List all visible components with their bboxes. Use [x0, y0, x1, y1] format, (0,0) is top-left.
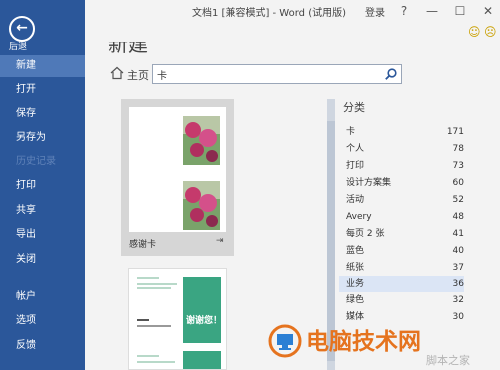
search-icon[interactable] — [384, 67, 398, 81]
help-icon[interactable]: ? — [393, 2, 415, 20]
sidebar-item-print[interactable]: 打印 — [0, 175, 85, 197]
minimize-icon[interactable]: — — [421, 2, 443, 20]
category-item[interactable]: 设计方案集 60 — [339, 175, 464, 191]
category-name: 个人 — [346, 144, 365, 154]
category-item-selected[interactable]: 业务 36 — [339, 276, 464, 292]
category-item[interactable]: 蓝色 40 — [339, 243, 464, 259]
category-count: 171 — [446, 127, 464, 137]
search-input[interactable] — [157, 67, 377, 81]
green-panel — [183, 351, 221, 369]
category-item[interactable]: 个人 78 — [339, 141, 464, 157]
category-title: 分类 — [343, 101, 365, 114]
category-item[interactable]: 绿色 32 — [339, 292, 464, 308]
pin-icon[interactable]: ⇥ — [216, 236, 224, 246]
restore-icon[interactable]: ☐ — [449, 2, 471, 20]
category-item[interactable]: Avery 48 — [339, 209, 464, 225]
category-count: 32 — [452, 295, 464, 305]
text-line — [137, 361, 175, 363]
text-line — [137, 325, 171, 327]
category-item[interactable]: 打印 73 — [339, 158, 464, 174]
category-item[interactable]: 活动 52 — [339, 192, 464, 208]
category-count: 41 — [452, 229, 464, 239]
home-link[interactable]: 主页 — [127, 67, 149, 83]
text-line — [137, 283, 177, 285]
category-count: 52 — [452, 195, 464, 205]
title-bar: 文档1 [兼容模式] - Word (试用版) 登录 ? — ☐ ✕ — [85, 0, 500, 22]
category-count: 37 — [452, 263, 464, 273]
smiley-happy-icon[interactable]: ☺ — [468, 25, 481, 39]
template-label: 感谢卡 — [129, 240, 157, 250]
category-name: Avery — [346, 212, 372, 222]
text-line — [137, 319, 149, 321]
text-line — [137, 355, 159, 357]
green-panel — [183, 277, 221, 343]
sidebar-item-share[interactable]: 共享 — [0, 200, 85, 222]
computer-logo-icon — [268, 324, 302, 358]
category-count: 60 — [452, 178, 464, 188]
login-link[interactable]: 登录 — [365, 4, 385, 19]
category-count: 73 — [452, 161, 464, 171]
sidebar-item-feedback[interactable]: 反馈 — [0, 335, 85, 357]
category-item[interactable]: 每页 2 张 41 — [339, 226, 464, 242]
category-count: 36 — [452, 279, 464, 289]
site-watermark: 电脑技术网 脚本之家 — [268, 318, 500, 370]
sidebar-item-close[interactable]: 关闭 — [0, 249, 85, 271]
text-line — [137, 287, 171, 289]
smiley-sad-icon[interactable]: ☹ — [484, 25, 497, 39]
category-name: 蓝色 — [346, 246, 365, 256]
sidebar-item-save[interactable]: 保存 — [0, 103, 85, 125]
category-name: 纸张 — [346, 263, 365, 273]
sidebar-item-account[interactable]: 帐户 — [0, 286, 85, 308]
text-line — [137, 277, 159, 279]
category-name: 设计方案集 — [346, 178, 392, 188]
category-item[interactable]: 纸张 37 — [339, 260, 464, 276]
category-name: 卡 — [346, 127, 356, 137]
thank-you-text: 谢谢您！ — [186, 316, 223, 326]
category-count: 48 — [452, 212, 464, 222]
flower-image — [183, 116, 220, 165]
flower-image — [183, 181, 220, 230]
category-item[interactable]: 卡 171 — [339, 124, 464, 140]
sidebar-item-new[interactable]: 新建 — [0, 55, 85, 77]
category-count: 78 — [452, 144, 464, 154]
close-icon[interactable]: ✕ — [477, 2, 499, 20]
watermark-text: 电脑技术网 — [306, 329, 421, 355]
sidebar-item-export[interactable]: 导出 — [0, 224, 85, 246]
template-thumbnail — [129, 107, 226, 232]
template-search-box — [152, 64, 402, 84]
page-title: 新建 — [108, 32, 148, 56]
template-thank-you-green[interactable]: 谢谢您！ — [128, 268, 227, 370]
category-name: 绿色 — [346, 295, 365, 305]
category-name: 业务 — [346, 279, 365, 289]
category-count: 40 — [452, 246, 464, 256]
sidebar-item-save-as[interactable]: 另存为 — [0, 127, 85, 149]
category-name: 每页 2 张 — [346, 229, 385, 239]
category-name: 打印 — [346, 161, 365, 171]
watermark-subtext: 脚本之家 — [426, 354, 470, 367]
sidebar-item-options[interactable]: 选项 — [0, 310, 85, 332]
sidebar-item-history: 历史记录 — [16, 156, 56, 167]
category-name: 活动 — [346, 195, 365, 205]
home-icon[interactable] — [110, 66, 124, 80]
window-title: 文档1 [兼容模式] - Word (试用版) — [192, 8, 346, 19]
backstage-sidebar: ← 后退 新建 打开 保存 另存为 历史记录 打印 共享 导出 关闭 帐户 选项… — [0, 0, 85, 370]
back-arrow-icon[interactable]: ← — [9, 16, 35, 42]
sidebar-item-open[interactable]: 打开 — [0, 79, 85, 101]
template-thank-you-card[interactable]: 感谢卡 ⇥ — [121, 99, 234, 256]
